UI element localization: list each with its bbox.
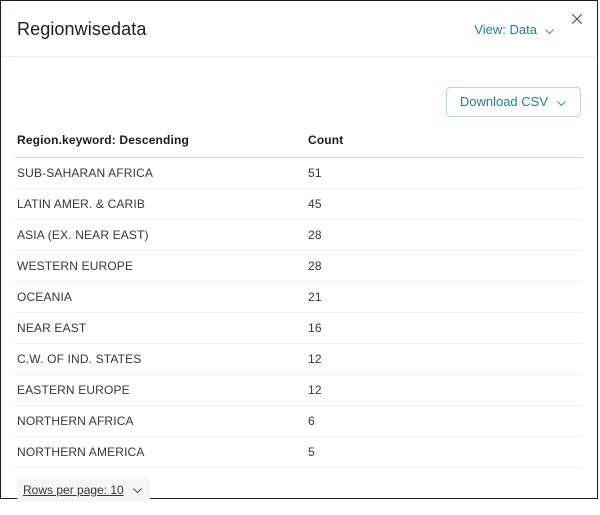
page-title: Regionwisedata bbox=[17, 18, 146, 40]
table-head: Region.keyword: Descending Count bbox=[15, 133, 583, 158]
table-row: NORTHERN AMERICA 5 bbox=[15, 437, 583, 468]
cell-region: NEAR EAST bbox=[15, 313, 306, 344]
cell-region: NORTHERN AFRICA bbox=[15, 406, 306, 437]
cell-region: OCEANIA bbox=[15, 282, 306, 313]
table-row: OCEANIA 21 bbox=[15, 282, 583, 313]
cell-region: EASTERN EUROPE bbox=[15, 375, 306, 406]
cell-region: WESTERN EUROPE bbox=[15, 251, 306, 282]
close-icon bbox=[570, 12, 584, 31]
table-row: LATIN AMER. & CARIB 45 bbox=[15, 189, 583, 220]
cell-region: ASIA (EX. NEAR EAST) bbox=[15, 220, 306, 251]
view-selector[interactable]: View: Data bbox=[474, 22, 555, 38]
column-header-count[interactable]: Count bbox=[306, 133, 583, 158]
cell-count: 16 bbox=[306, 313, 583, 344]
column-header-region[interactable]: Region.keyword: Descending bbox=[15, 133, 306, 158]
panel-header: Regionwisedata View: Data bbox=[1, 1, 597, 57]
table-row: NORTHERN AFRICA 6 bbox=[15, 406, 583, 437]
cell-count: 28 bbox=[306, 220, 583, 251]
close-button[interactable] bbox=[568, 12, 586, 30]
download-csv-label: Download CSV bbox=[460, 94, 548, 110]
panel-body: Download CSV Region.keyword: Descending … bbox=[1, 57, 597, 468]
chevron-down-icon bbox=[132, 485, 143, 496]
cell-count: 6 bbox=[306, 406, 583, 437]
cell-region: SUB-SAHARAN AFRICA bbox=[15, 158, 306, 189]
cell-count: 51 bbox=[306, 158, 583, 189]
table-row: NEAR EAST 16 bbox=[15, 313, 583, 344]
view-selector-label: View: Data bbox=[474, 22, 537, 38]
data-panel: Regionwisedata View: Data Download CSV bbox=[0, 0, 598, 499]
table-row: C.W. OF IND. STATES 12 bbox=[15, 344, 583, 375]
table-body: SUB-SAHARAN AFRICA 51 LATIN AMER. & CARI… bbox=[15, 158, 583, 468]
chevron-down-icon bbox=[556, 97, 567, 108]
cell-count: 12 bbox=[306, 375, 583, 406]
table-toolbar: Download CSV bbox=[15, 57, 583, 125]
cell-count: 45 bbox=[306, 189, 583, 220]
panel-footer: Rows per page: 10 bbox=[1, 468, 597, 515]
rows-per-page-selector[interactable]: Rows per page: 10 bbox=[17, 479, 150, 502]
chevron-down-icon bbox=[544, 25, 555, 36]
cell-count: 12 bbox=[306, 344, 583, 375]
cell-region: C.W. OF IND. STATES bbox=[15, 344, 306, 375]
cell-region: NORTHERN AMERICA bbox=[15, 437, 306, 468]
table-row: ASIA (EX. NEAR EAST) 28 bbox=[15, 220, 583, 251]
cell-region: LATIN AMER. & CARIB bbox=[15, 189, 306, 220]
cell-count: 5 bbox=[306, 437, 583, 468]
cell-count: 21 bbox=[306, 282, 583, 313]
region-count-table: Region.keyword: Descending Count SUB-SAH… bbox=[15, 133, 583, 468]
cell-count: 28 bbox=[306, 251, 583, 282]
table-row: WESTERN EUROPE 28 bbox=[15, 251, 583, 282]
table-header-row: Region.keyword: Descending Count bbox=[15, 133, 583, 158]
rows-per-page-label: Rows per page: 10 bbox=[23, 483, 124, 498]
download-csv-button[interactable]: Download CSV bbox=[446, 87, 581, 117]
table-row: EASTERN EUROPE 12 bbox=[15, 375, 583, 406]
table-row: SUB-SAHARAN AFRICA 51 bbox=[15, 158, 583, 189]
